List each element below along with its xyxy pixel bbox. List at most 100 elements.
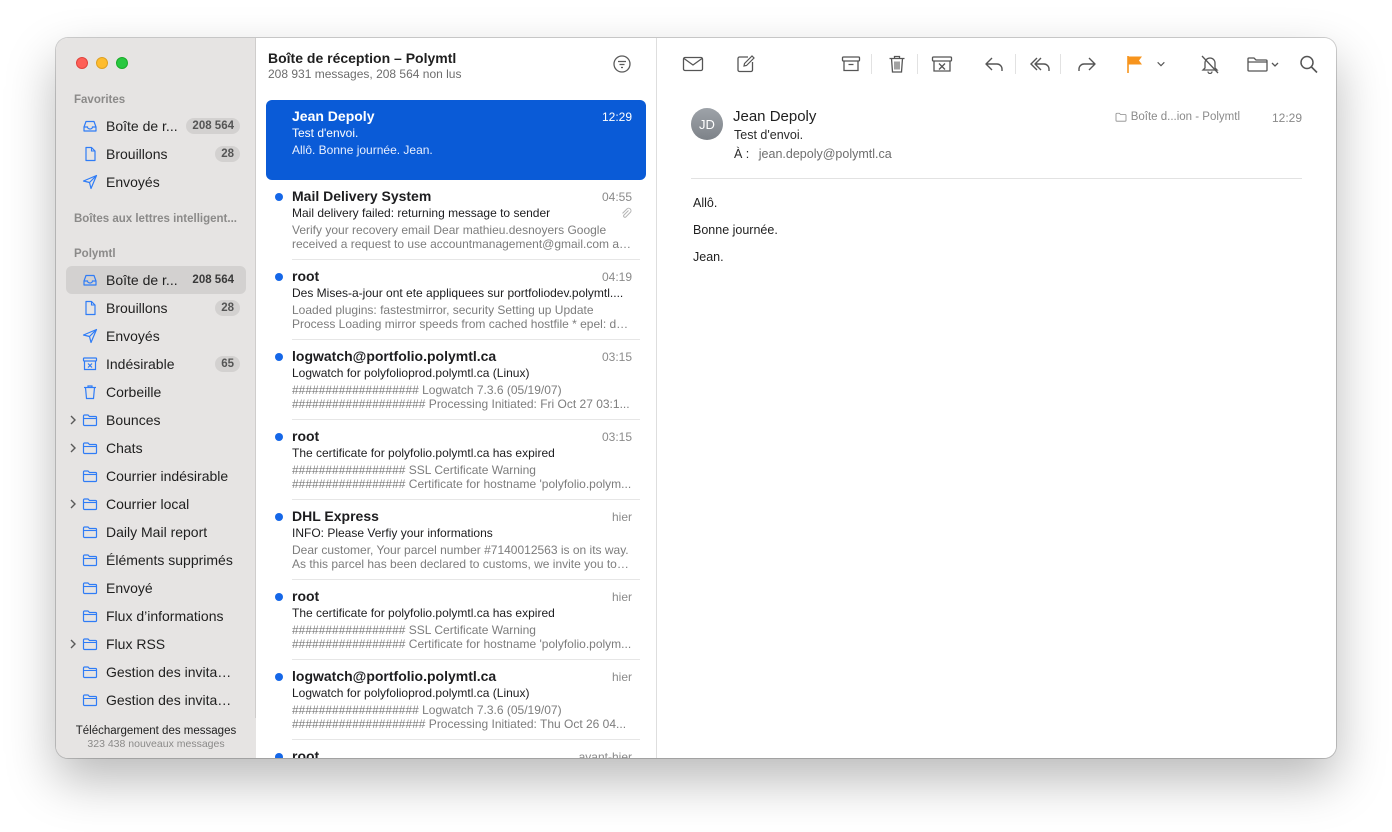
- sidebar-item-label: Flux RSS: [106, 636, 166, 652]
- sidebar-item-label: Indésirable: [106, 356, 175, 372]
- archive-icon[interactable]: [839, 53, 863, 75]
- message-list-item[interactable]: logwatch@portfolio.polymtl.ca 03:15 Logwat…: [266, 340, 646, 420]
- close-window-button[interactable]: [76, 57, 88, 69]
- message-list-item[interactable]: logwatch@portfolio.polymtl.ca hier Logwatc…: [266, 660, 646, 740]
- move-folder-icon[interactable]: [1246, 53, 1280, 75]
- junk-icon: [82, 356, 98, 372]
- message-mailbox[interactable]: Boîte d...ion - Polymtl: [1115, 111, 1240, 123]
- sidebar-item-label: Bounces: [106, 412, 161, 428]
- forward-icon[interactable]: [1075, 53, 1099, 75]
- favorites-section-title[interactable]: Favorites: [74, 94, 125, 106]
- folder-icon: [82, 468, 98, 484]
- mailbox-counts: 208 931 messages, 208 564 non lus: [268, 67, 462, 81]
- message-preview: Allô. Bonne journée. Jean.: [292, 143, 632, 171]
- sidebar-item-envoyes[interactable]: Envoyés: [66, 168, 246, 196]
- message-list-item[interactable]: root 03:15 The certificate for polyfolio.p…: [266, 420, 646, 500]
- message-time: 04:55: [601, 190, 632, 204]
- message-sender: root: [292, 268, 320, 284]
- document-icon: [82, 300, 98, 316]
- sidebar-item-envoyes[interactable]: Envoyés: [66, 322, 246, 350]
- disclosure-chevron-icon[interactable]: [68, 441, 78, 455]
- sender-name[interactable]: Jean Depoly: [733, 108, 816, 125]
- minimize-window-button[interactable]: [96, 57, 108, 69]
- recipient-address[interactable]: jean.depoly@polymtl.ca: [759, 147, 892, 161]
- message-list: Boîte de réception – Polymtl 208 931 mes…: [256, 38, 657, 758]
- sidebar-item-bounces[interactable]: Bounces: [66, 406, 246, 434]
- message-preview-line: received a request to use accountmanagem…: [292, 237, 632, 251]
- sidebar-item-boite-de-r[interactable]: Boîte de r... 208 564: [66, 266, 246, 294]
- search-icon[interactable]: [1297, 53, 1321, 75]
- sidebar-item-label: Envoyés: [106, 174, 160, 190]
- sidebar-item-label: Brouillons: [106, 146, 168, 162]
- zoom-window-button[interactable]: [116, 57, 128, 69]
- sidebar-item-indesirable[interactable]: Indésirable 65: [66, 350, 246, 378]
- message-preview-line: Process Loading mirror speeds from cache…: [292, 317, 632, 331]
- unread-dot: [275, 593, 283, 601]
- sidebar-item-label: Courrier indésirable: [106, 468, 229, 484]
- message-sender: Mail Delivery System: [292, 188, 432, 204]
- download-status-text: Téléchargement des messages: [75, 725, 237, 737]
- message-body[interactable]: Allô. Bonne journée. Jean.: [693, 196, 778, 277]
- sidebar-item-flux-d-informations[interactable]: Flux d’informations: [66, 602, 246, 630]
- sidebar-item-label: Gestion des invitati...: [106, 692, 234, 708]
- sidebar-item-boite-de-r[interactable]: Boîte de r... 208 564: [66, 112, 246, 140]
- message-list-item[interactable]: DHL Express hier INFO: Please Verfiy your …: [266, 500, 646, 580]
- unread-dot: [275, 673, 283, 681]
- message-subject: Logwatch for polyfolioprod.polymtl.ca (L…: [292, 686, 530, 700]
- unread-count-badge: 65: [215, 356, 240, 372]
- folder-icon: [82, 496, 98, 512]
- reply-all-icon[interactable]: [1028, 53, 1052, 75]
- message-preview: ################# SSL Certificate Warnin…: [292, 623, 632, 651]
- sidebar-item-flux-rss[interactable]: Flux RSS: [66, 630, 246, 658]
- folder-icon: [82, 636, 98, 652]
- sidebar-item-courrier-indesirable[interactable]: Courrier indésirable: [66, 462, 246, 490]
- flag-menu-chevron-icon[interactable]: [1155, 53, 1167, 75]
- sidebar-item-label: Courrier local: [106, 496, 190, 512]
- disclosure-chevron-icon[interactable]: [68, 497, 78, 511]
- mute-icon[interactable]: [1198, 53, 1222, 75]
- sidebar-item-courrier-local[interactable]: Courrier local: [66, 490, 246, 518]
- sidebar-item-brouillons[interactable]: Brouillons 28: [66, 140, 246, 168]
- trash-icon[interactable]: [885, 53, 909, 75]
- message-preview-line: #################### Processing Initiate…: [292, 397, 630, 411]
- message-list-item[interactable]: root hier The certificate for polyfolio.po…: [266, 580, 646, 660]
- disclosure-chevron-icon[interactable]: [68, 413, 78, 427]
- envelope-icon[interactable]: [681, 53, 705, 75]
- account-mailbox-list: Boîte de r... 208 564 Brouillons 28 Envoyés I…: [66, 266, 246, 714]
- sidebar-item-envoye[interactable]: Envoyé: [66, 574, 246, 602]
- sidebar-item-label: Éléments supprimés: [106, 552, 233, 568]
- recipient-line: À : jean.depoly@polymtl.ca: [734, 147, 892, 161]
- message-preview-line: ################### Logwatch 7.3.6 (05/1…: [292, 703, 562, 717]
- message-sender: Jean Depoly: [292, 108, 375, 124]
- filter-icon[interactable]: [612, 54, 632, 74]
- sidebar-item-brouillons[interactable]: Brouillons 28: [66, 294, 246, 322]
- message-subject: Logwatch for polyfolioprod.polymtl.ca (L…: [292, 366, 530, 380]
- sidebar-item-gestion-des-invitati[interactable]: Gestion des invitati...: [66, 658, 246, 686]
- folder-icon: [82, 664, 98, 680]
- message-sender: root: [292, 588, 320, 604]
- message-list-item[interactable]: Jean Depoly 12:29 Test d'envoi. Allô. Bonne…: [266, 100, 646, 180]
- sidebar-item-label: Envoyé: [106, 580, 153, 596]
- unread-count-badge: 28: [215, 146, 240, 162]
- sidebar-item-chats[interactable]: Chats: [66, 434, 246, 462]
- message-list-item[interactable]: root 04:19 Des Mises-a-jour ont ete appliq…: [266, 260, 646, 340]
- flag-icon[interactable]: [1123, 53, 1147, 75]
- smart-mailboxes-section-title[interactable]: Boîtes aux lettres intelligent...: [74, 213, 237, 225]
- junk-icon[interactable]: [930, 53, 954, 75]
- folder-icon: [1115, 112, 1127, 122]
- account-section-title[interactable]: Polymtl: [74, 248, 116, 260]
- unread-dot: [275, 353, 283, 361]
- message-list-item[interactable]: root avant-hier: [266, 740, 646, 758]
- compose-icon[interactable]: [734, 53, 758, 75]
- message-list-item[interactable]: Mail Delivery System 04:55 Mail delivery f…: [266, 180, 646, 260]
- disclosure-chevron-icon[interactable]: [68, 637, 78, 651]
- reply-icon[interactable]: [982, 53, 1006, 75]
- message-body-line: Allô.: [693, 196, 718, 210]
- sidebar-item-gestion-des-invitati[interactable]: Gestion des invitati...: [66, 686, 246, 714]
- sidebar-item-daily-mail-report[interactable]: Daily Mail report: [66, 518, 246, 546]
- sidebar-item-corbeille[interactable]: Corbeille: [66, 378, 246, 406]
- message-subject: Des Mises-a-jour ont ete appliquees sur …: [292, 286, 624, 300]
- sidebar-item-elements-supprimes[interactable]: Éléments supprimés: [66, 546, 246, 574]
- window-controls: [76, 57, 128, 69]
- folder-icon: [82, 440, 98, 456]
